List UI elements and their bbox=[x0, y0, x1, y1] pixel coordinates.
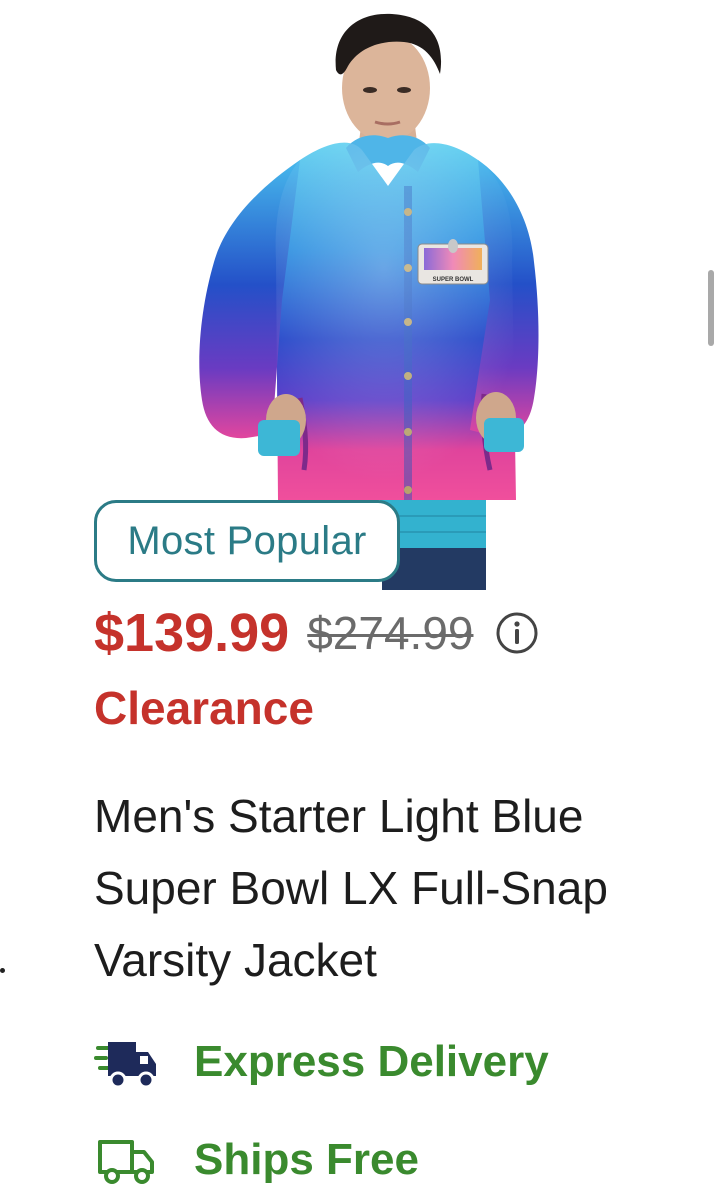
clearance-label: Clearance bbox=[94, 682, 314, 734]
info-circle-icon[interactable] bbox=[495, 611, 539, 655]
feature-label: Express Delivery bbox=[194, 1037, 549, 1086]
super-bowl-patch: SUPER BOWL bbox=[417, 239, 489, 285]
svg-text:SUPER BOWL: SUPER BOWL bbox=[433, 277, 474, 283]
scrollbar-thumb[interactable] bbox=[708, 270, 714, 346]
edge-dot bbox=[0, 968, 5, 973]
feature-express-delivery: Express Delivery bbox=[94, 1030, 549, 1094]
original-price: $274.99 bbox=[307, 607, 474, 659]
truck-icon bbox=[98, 1140, 154, 1184]
most-popular-badge: Most Popular bbox=[94, 500, 400, 582]
feature-ships-free: Ships Free bbox=[94, 1128, 419, 1192]
price-row: $139.99 $274.99 bbox=[94, 598, 539, 668]
current-price: $139.99 bbox=[94, 603, 290, 663]
feature-label: Ships Free bbox=[194, 1135, 419, 1184]
express-truck-icon bbox=[94, 1042, 156, 1089]
product-title[interactable]: Men's Starter Light Blue Super Bowl LX F… bbox=[94, 780, 704, 996]
